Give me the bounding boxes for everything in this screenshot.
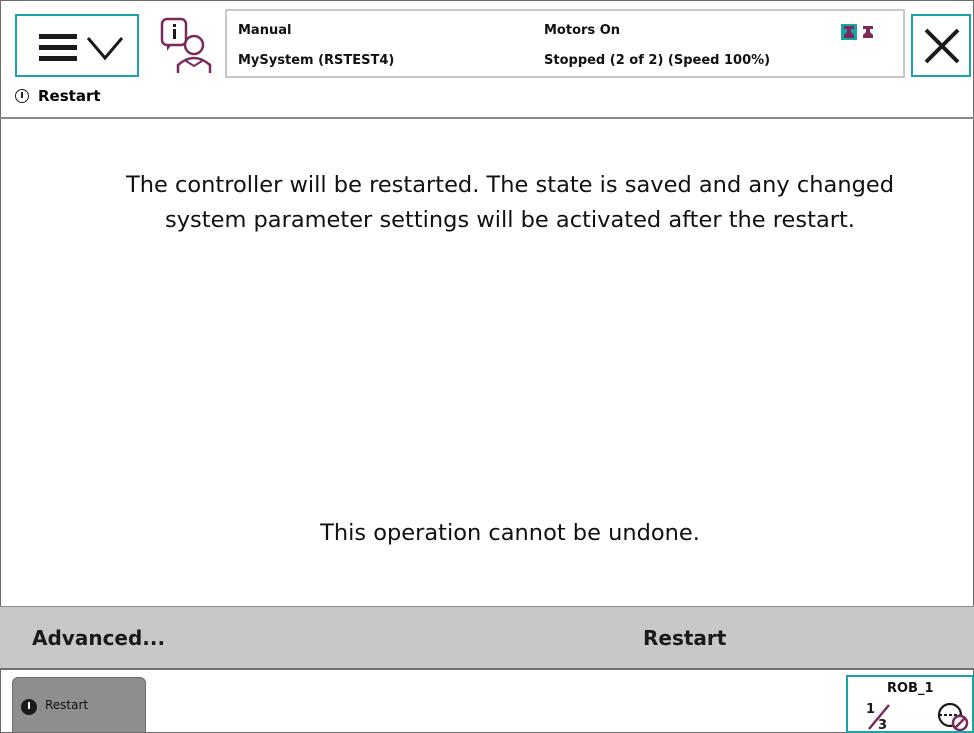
mechanical-unit-label: ROB_1 xyxy=(887,681,934,696)
page-title: Restart xyxy=(38,87,101,105)
restart-button[interactable]: Restart xyxy=(643,607,726,669)
restart-message: The controller will be restarted. The st… xyxy=(126,172,894,233)
info-user-icon[interactable] xyxy=(159,15,215,77)
command-bar: Advanced... Restart xyxy=(0,606,974,670)
status-bar[interactable]: Manual MySystem (RSTEST4) Motors On Stop… xyxy=(225,9,905,78)
header-divider xyxy=(0,117,974,119)
chevron-down-icon xyxy=(86,37,124,61)
robot-status-icon xyxy=(841,24,873,40)
svg-text:3: 3 xyxy=(878,718,887,731)
close-button[interactable] xyxy=(911,14,971,77)
quickset-mechanical-unit[interactable]: ROB_1 1 3 xyxy=(846,675,974,733)
breadcrumb: Restart xyxy=(15,85,101,107)
mechanical-unit-icon xyxy=(937,702,969,731)
task-restart-button[interactable]: Restart xyxy=(12,677,146,733)
hamburger-menu-icon xyxy=(39,34,77,62)
undo-warning: This operation cannot be undone. xyxy=(320,520,700,546)
main-menu-button[interactable] xyxy=(15,14,139,77)
system-name: MySystem (RSTEST4) xyxy=(238,53,395,68)
task-label: Restart xyxy=(45,698,89,712)
info-circle-icon xyxy=(15,89,29,103)
operating-mode: Manual xyxy=(238,23,292,38)
info-circle-icon xyxy=(21,699,37,715)
svg-text:1: 1 xyxy=(866,702,875,717)
program-state: Stopped (2 of 2) (Speed 100%) xyxy=(544,53,771,68)
advanced-button[interactable]: Advanced... xyxy=(32,607,165,669)
motors-state: Motors On xyxy=(544,23,620,38)
increment-icon: 1 3 xyxy=(866,702,890,731)
close-icon xyxy=(924,28,960,64)
